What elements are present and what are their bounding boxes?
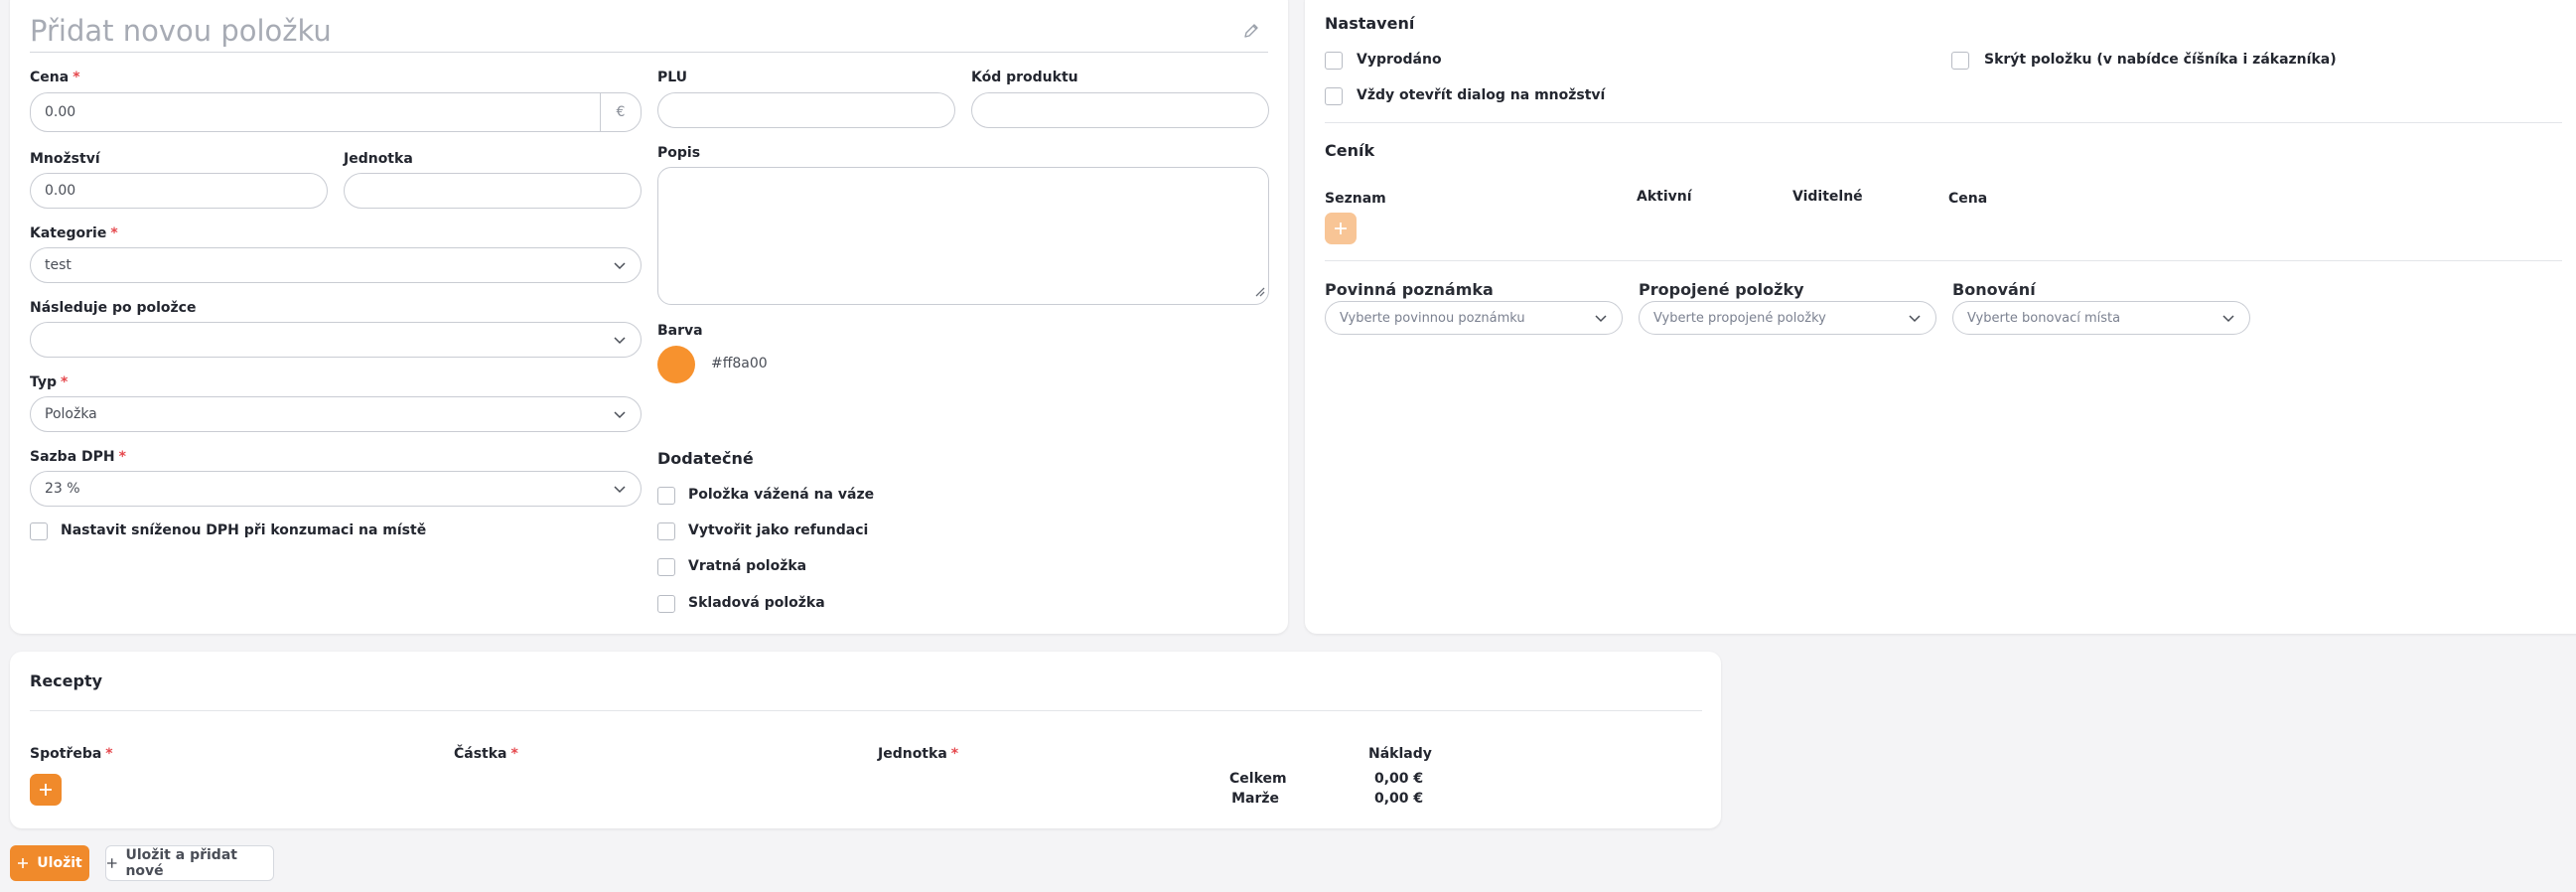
pricelist-col-active: Aktivní [1637, 189, 1692, 205]
plus-icon [18, 858, 29, 868]
save-label: Uložit [37, 855, 82, 871]
chevron-down-icon [613, 407, 627, 421]
reduced-vat-label: Nastavit sníženou DPH při konzumaci na m… [61, 522, 427, 538]
recipe-unit-label: Jednotka * [878, 746, 959, 762]
type-label: Typ * [30, 374, 69, 390]
quantity-value: 0.00 [45, 183, 76, 199]
item-title-input[interactable]: Přidat novou položku [30, 14, 1268, 53]
currency-addon: € [600, 93, 641, 131]
costs-label: Náklady [1368, 746, 1432, 762]
add-consumption-button[interactable] [30, 774, 62, 806]
follows-select[interactable] [30, 322, 642, 358]
quantity-label: Množství [30, 151, 100, 167]
plus-icon [106, 858, 117, 868]
margin-value: 0,00 € [1374, 791, 1424, 807]
chevron-down-icon [613, 258, 627, 272]
amount-label: Částka * [454, 746, 518, 762]
returnable-item-checkbox[interactable] [657, 558, 675, 576]
type-value: Položka [45, 406, 97, 422]
total-label: Celkem [1229, 771, 1287, 787]
color-swatch[interactable] [657, 346, 695, 383]
returnable-item-label: Vratná položka [688, 558, 807, 574]
color-label: Barva [657, 323, 703, 339]
resize-handle-icon[interactable] [1253, 282, 1265, 301]
chevron-down-icon [2221, 311, 2235, 325]
mandatory-note-placeholder: Vyberte povinnou poznámku [1340, 310, 1525, 326]
description-textarea[interactable] [657, 167, 1269, 305]
recipes-divider [30, 710, 1702, 711]
plus-icon [40, 784, 52, 796]
save-and-new-label: Uložit a přidat nové [125, 847, 237, 879]
pencil-icon[interactable] [1242, 22, 1260, 44]
currency-symbol: € [616, 104, 626, 120]
item-title: Přidat novou položku [30, 14, 332, 48]
mandatory-note-label: Povinná poznámka [1325, 280, 1494, 299]
vat-label: Sazba DPH * [30, 449, 126, 465]
price-value: 0.00 [45, 104, 76, 120]
description-label: Popis [657, 145, 701, 161]
save-button[interactable]: Uložit [10, 845, 89, 881]
sold-out-checkbox[interactable] [1325, 52, 1343, 70]
reduced-vat-checkbox[interactable] [30, 522, 48, 540]
price-label: Cena * [30, 70, 80, 85]
color-hex-value: #ff8a00 [711, 356, 768, 372]
hide-item-checkbox[interactable] [1951, 52, 1969, 70]
settings-heading: Nastavení [1325, 14, 1415, 33]
refund-checkbox[interactable] [657, 522, 675, 540]
always-qty-dialog-label: Vždy otevřít dialog na množství [1357, 87, 1606, 103]
type-select[interactable]: Položka [30, 396, 642, 432]
quantity-input[interactable]: 0.00 [30, 173, 328, 209]
chevron-down-icon [613, 333, 627, 347]
settings-divider [1325, 122, 2562, 123]
bonus-select[interactable]: Vyberte bonovací místa [1952, 301, 2250, 335]
unit-input[interactable] [344, 173, 642, 209]
unit-label: Jednotka [344, 151, 413, 167]
total-value: 0,00 € [1374, 771, 1424, 787]
consumption-label: Spotřeba * [30, 746, 113, 762]
follows-label: Následuje po položce [30, 300, 197, 316]
pricelist-heading: Ceník [1325, 141, 1375, 160]
price-input[interactable]: 0.00 € [30, 92, 642, 132]
vat-value: 23 % [45, 481, 80, 497]
always-qty-dialog-checkbox[interactable] [1325, 87, 1343, 105]
category-value: test [45, 257, 72, 273]
linked-items-label: Propojené položky [1639, 280, 1804, 299]
margin-label: Marže [1231, 791, 1279, 807]
product-code-input[interactable] [971, 92, 1269, 128]
linked-items-select[interactable]: Vyberte propojené položky [1639, 301, 1936, 335]
category-select[interactable]: test [30, 247, 642, 283]
plu-label: PLU [657, 70, 688, 85]
mandatory-note-select[interactable]: Vyberte povinnou poznámku [1325, 301, 1623, 335]
save-and-new-button[interactable]: Uložit a přidat nové [105, 845, 274, 881]
vat-select[interactable]: 23 % [30, 471, 642, 507]
hide-item-label: Skrýt položku (v nabídce číšníka i zákaz… [1984, 52, 2337, 68]
refund-label: Vytvořit jako refundaci [688, 522, 869, 538]
recipes-heading: Recepty [30, 671, 103, 690]
pricelist-col-visible: Viditelné [1792, 189, 1863, 205]
additional-heading: Dodatečné [657, 449, 754, 468]
add-pricelist-button[interactable] [1325, 213, 1357, 244]
weighed-item-label: Položka vážená na váze [688, 487, 875, 503]
category-label: Kategorie * [30, 225, 118, 241]
bonus-label: Bonování [1952, 280, 2036, 299]
stock-item-label: Skladová položka [688, 595, 825, 611]
pricelist-divider [1325, 260, 2562, 261]
pricelist-col-list: Seznam [1325, 191, 1386, 207]
recipes-card [10, 652, 1721, 828]
weighed-item-checkbox[interactable] [657, 487, 675, 505]
pricelist-col-price: Cena [1948, 191, 1988, 207]
sold-out-label: Vyprodáno [1357, 52, 1442, 68]
plus-icon [1335, 223, 1347, 234]
chevron-down-icon [613, 482, 627, 496]
product-code-label: Kód produktu [971, 70, 1078, 85]
chevron-down-icon [1594, 311, 1608, 325]
stock-item-checkbox[interactable] [657, 595, 675, 613]
chevron-down-icon [1908, 311, 1922, 325]
plu-input[interactable] [657, 92, 955, 128]
bonus-placeholder: Vyberte bonovací místa [1967, 310, 2121, 326]
linked-items-placeholder: Vyberte propojené položky [1653, 310, 1826, 326]
